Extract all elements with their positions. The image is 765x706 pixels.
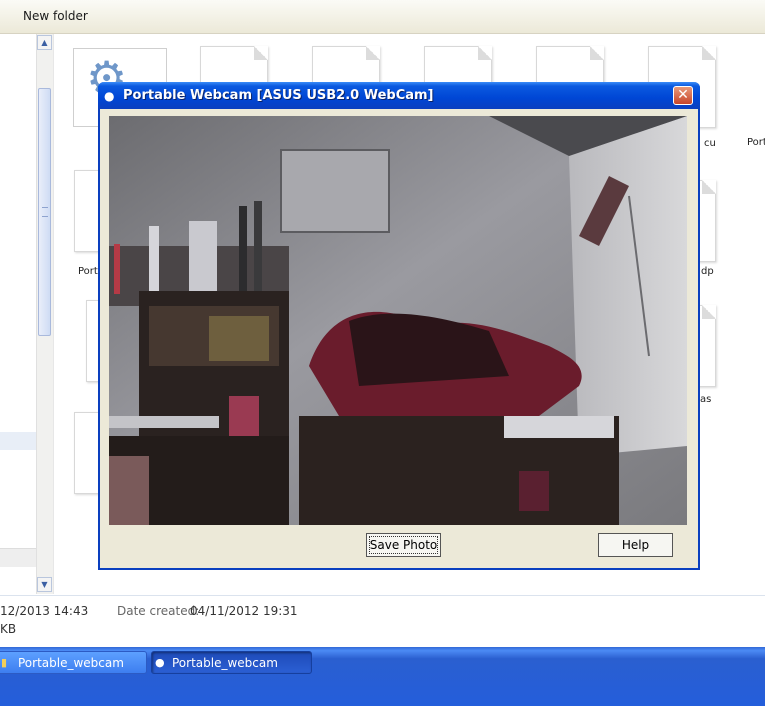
help-button[interactable]: Help: [598, 533, 673, 557]
scroll-thumb[interactable]: [38, 88, 51, 336]
scroll-up-button[interactable]: ▲: [37, 35, 52, 50]
date-created-value: 04/11/2012 19:31: [190, 604, 298, 618]
date-created-label: Date created:: [117, 604, 200, 618]
taskbar-button-label: Portable_webcam: [18, 656, 124, 670]
close-icon: ✕: [677, 87, 689, 103]
file-label: as: [700, 394, 712, 405]
save-photo-button[interactable]: Save Photo: [366, 533, 441, 557]
scroll-down-button[interactable]: ▼: [37, 577, 52, 592]
new-folder-button[interactable]: New folder: [23, 9, 88, 23]
taskbar: ▮ Portable_webcam ● Portable_webcam: [0, 647, 765, 706]
folder-icon: ▮: [1, 656, 8, 669]
grip-icon: [42, 207, 48, 217]
nav-selected-item[interactable]: [0, 432, 36, 450]
webcam-preview: [109, 116, 687, 525]
dialog-title-bar[interactable]: ● Portable Webcam [ASUS USB2.0 WebCam] ✕: [98, 82, 700, 109]
webcam-icon: ●: [155, 656, 165, 669]
details-pane: 12/2013 14:43 KB Date created: 04/11/201…: [0, 595, 765, 648]
close-button[interactable]: ✕: [673, 86, 693, 105]
taskbar-button-explorer[interactable]: ▮ Portable_webcam: [0, 651, 147, 674]
webcam-feed-image: [109, 116, 687, 525]
date-modified-value: 12/2013 14:43: [0, 604, 89, 618]
webcam-icon: ●: [104, 89, 115, 103]
size-value: KB: [0, 622, 17, 636]
file-label: cu: [704, 138, 716, 149]
taskbar-button-label: Portable_webcam: [172, 656, 278, 670]
file-label: dp: [701, 266, 714, 277]
navigation-pane[interactable]: [0, 34, 36, 594]
nav-scrollbar[interactable]: ▲ ▼: [36, 34, 53, 594]
file-label: Port: [78, 266, 98, 277]
taskbar-button-webcam[interactable]: ● Portable_webcam: [151, 651, 312, 674]
dialog-title: Portable Webcam [ASUS USB2.0 WebCam]: [123, 88, 434, 103]
nav-item[interactable]: [0, 548, 36, 567]
explorer-toolbar: New folder: [0, 0, 765, 34]
file-label: Port: [747, 137, 765, 148]
webcam-dialog[interactable]: ● Portable Webcam [ASUS USB2.0 WebCam] ✕: [98, 82, 700, 570]
